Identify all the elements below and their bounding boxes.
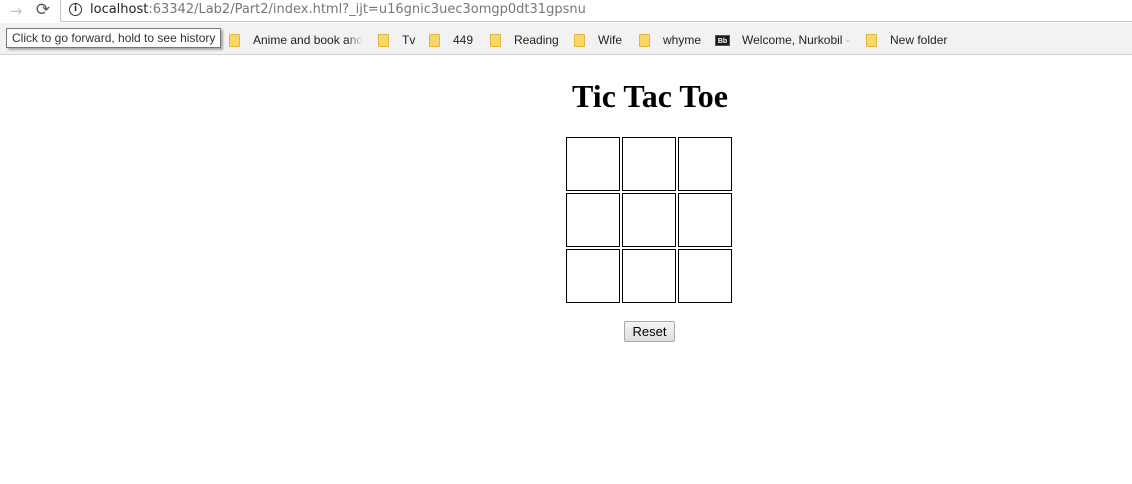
reset-button[interactable]: Reset <box>624 321 675 342</box>
bookmark-tv[interactable]: Tv <box>378 32 415 48</box>
bookmark-449[interactable]: 449 <box>429 32 473 48</box>
board-cell[interactable] <box>566 193 620 247</box>
bookmark-wife[interactable]: Wife <box>574 32 622 48</box>
page-title: Tic Tac Toe <box>572 78 728 114</box>
folder-icon <box>639 33 650 47</box>
board-cell[interactable] <box>622 249 676 303</box>
board-cell[interactable] <box>622 137 676 191</box>
bookmark-label: New folder <box>890 33 948 47</box>
bookmark-fade: - <box>842 33 850 47</box>
board-cell[interactable] <box>678 137 732 191</box>
forward-arrow-icon[interactable]: → <box>5 0 27 22</box>
folder-icon <box>229 33 240 47</box>
bookmark-label: Tv <box>402 33 416 47</box>
bookmark-label: whyme <box>663 33 702 47</box>
url-path: :63342/Lab2/Part2/index.html?_ijt=u16gni… <box>148 2 586 17</box>
browser-toolbar: → ⟳ i localhost:63342/Lab2/Part2/index.h… <box>0 0 1132 22</box>
folder-icon <box>490 33 501 47</box>
bookmark-label: Welcome, Nurkobil <box>742 33 843 47</box>
folder-icon <box>574 33 585 47</box>
bookmark-welcome-nurkobil[interactable]: Bb Welcome, Nurkobil - <box>715 32 850 48</box>
bookmark-new-folder[interactable]: New folder <box>866 32 947 48</box>
game-board <box>566 137 732 303</box>
address-bar[interactable]: i localhost:63342/Lab2/Part2/index.html?… <box>60 0 1132 22</box>
url-host: localhost <box>90 2 149 17</box>
folder-icon <box>866 33 877 47</box>
blackboard-icon: Bb <box>715 34 730 46</box>
bookmark-anime-and-book[interactable]: Anime and book and <box>229 32 363 48</box>
bookmark-whyme[interactable]: whyme <box>639 32 701 48</box>
board-cell[interactable] <box>566 137 620 191</box>
bookmark-label: 449 <box>453 33 474 47</box>
folder-icon <box>378 33 389 47</box>
folder-icon <box>429 33 440 47</box>
board-cell[interactable] <box>678 249 732 303</box>
board-cell[interactable] <box>622 193 676 247</box>
reload-icon[interactable]: ⟳ <box>32 0 54 21</box>
bookmark-label: Anime and book and <box>253 33 363 47</box>
url-text[interactable]: localhost:63342/Lab2/Part2/index.html?_i… <box>90 2 586 17</box>
board-cell[interactable] <box>566 249 620 303</box>
info-icon[interactable]: i <box>69 3 82 16</box>
bookmark-reading[interactable]: Reading <box>490 32 559 48</box>
bookmark-label: Wife <box>598 33 622 47</box>
forward-tooltip: Click to go forward, hold to see history <box>6 28 222 48</box>
bookmark-label: Reading <box>514 33 559 47</box>
board-cell[interactable] <box>678 193 732 247</box>
